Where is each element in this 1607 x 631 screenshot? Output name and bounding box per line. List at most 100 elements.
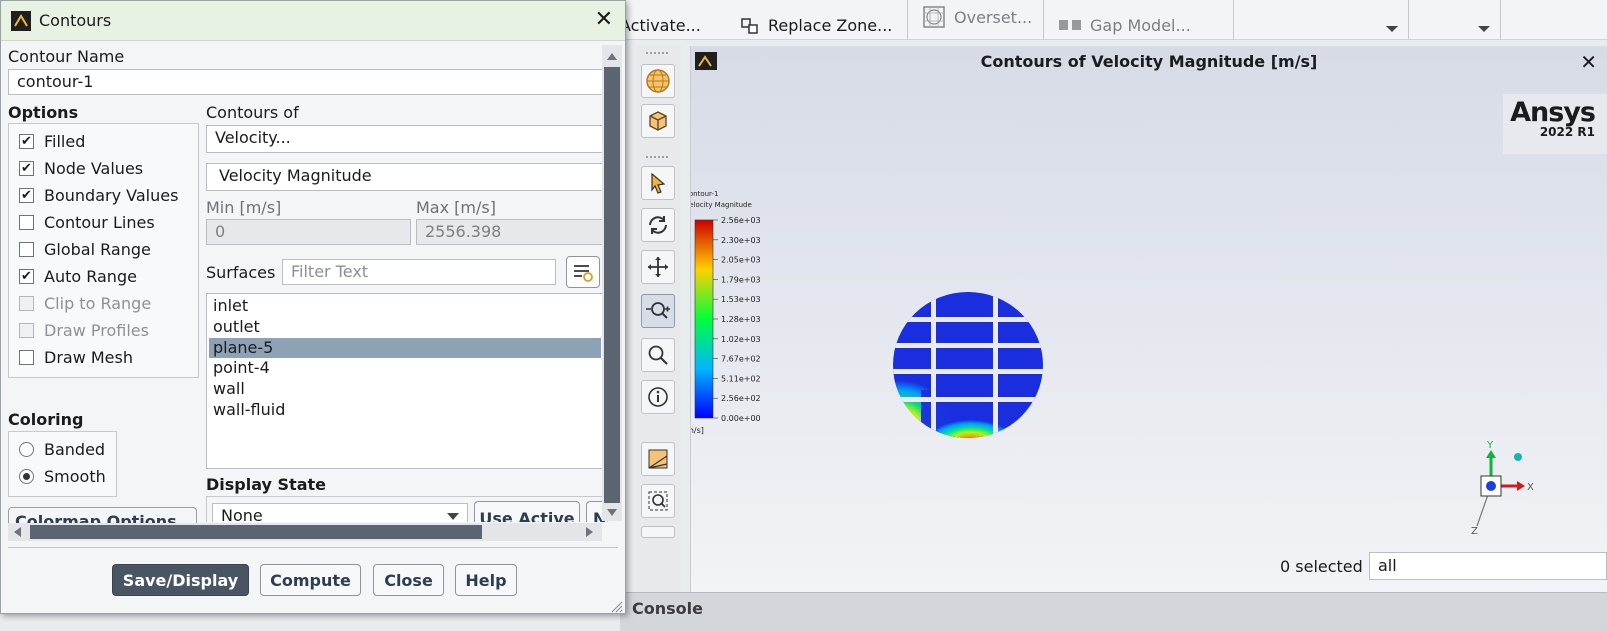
chevron-down-icon	[447, 513, 459, 520]
mesh-display-button[interactable]	[641, 64, 675, 98]
axis-triad: Y X Z	[1471, 440, 1534, 537]
scroll-right-icon[interactable]	[586, 527, 593, 537]
zoom-button[interactable]	[641, 294, 675, 328]
surfaces-list[interactable]: inlet outlet plane-5 point-4 wall wall-fluid	[206, 293, 608, 469]
toolbar-expand-handle[interactable]	[641, 526, 675, 538]
coloring-group: Banded Smooth	[8, 431, 117, 497]
console-header[interactable]: Console	[620, 592, 1607, 631]
contour-plot	[893, 292, 1043, 438]
contours-of-category-dropdown[interactable]: Velocity...	[206, 125, 608, 153]
zoom-box-icon	[648, 491, 668, 511]
legend-tick-label: 1.79e+03	[721, 275, 761, 284]
display-state-dropdown[interactable]: None	[212, 503, 468, 522]
save-display-button[interactable]: Save/Display	[112, 564, 249, 596]
option-node-values-checkbox[interactable]: ✔ Node Values	[19, 159, 143, 178]
fit-window-icon	[648, 449, 668, 469]
legend-tick-label: 1.28e+03	[721, 315, 761, 324]
activate-button[interactable]: Activate...	[620, 12, 701, 38]
filter-list-icon	[574, 265, 593, 282]
resize-grip-icon[interactable]	[609, 599, 623, 613]
option-auto-range-checkbox[interactable]: ✔ Auto Range	[19, 267, 137, 286]
help-button[interactable]: Help	[455, 564, 517, 596]
option-global-range-checkbox[interactable]: Global Range	[19, 240, 151, 259]
vertical-scroll-thumb[interactable]	[604, 67, 620, 503]
close-icon[interactable]: ✕	[1580, 50, 1597, 74]
logo-wordmark: Ansys	[1510, 97, 1596, 128]
coloring-heading: Coloring	[8, 410, 84, 429]
surface-item[interactable]: inlet	[209, 296, 601, 316]
close-icon[interactable]: ✕	[595, 7, 613, 32]
contours-of-label: Contours of	[206, 103, 299, 122]
overset-button[interactable]: Overset...	[922, 4, 1032, 30]
option-contour-lines-checkbox[interactable]: Contour Lines	[19, 213, 155, 232]
checkmark-icon: ✔	[19, 161, 34, 176]
surface-item[interactable]: point-4	[209, 358, 601, 378]
checkbox-icon	[19, 323, 34, 338]
legend-tick-label: 0.00e+00	[721, 414, 761, 423]
gap-model-button[interactable]: Gap Model...	[1058, 12, 1191, 38]
graphics-toolbar	[636, 46, 682, 606]
select-pointer-button[interactable]	[641, 166, 675, 200]
contours-dialog: Contours ✕ Contour Name contour-1 Option…	[0, 0, 626, 614]
use-active-button[interactable]: Use Active	[474, 501, 580, 522]
colorbar	[694, 219, 714, 419]
selection-filter-field[interactable]: all	[1369, 552, 1607, 580]
max-field: 2556.398	[416, 219, 608, 245]
min-field: 0	[206, 219, 411, 245]
selection-count: 0 selected	[1280, 557, 1363, 576]
surfaces-filter-input[interactable]: Filter Text	[282, 259, 556, 285]
view-cube-button[interactable]	[641, 104, 675, 138]
surface-filter-options-button[interactable]	[566, 256, 600, 288]
display-state-heading: Display State	[206, 475, 326, 494]
option-clip-to-range-checkbox: Clip to Range	[19, 294, 151, 313]
option-filled-checkbox[interactable]: ✔ Filled	[19, 132, 85, 151]
scroll-left-icon[interactable]	[14, 527, 21, 537]
activate-label: Activate...	[620, 15, 701, 35]
legend-tick-label: 5.11e+02	[721, 374, 761, 383]
magnifier-icon	[648, 345, 668, 365]
fit-to-window-button[interactable]	[641, 442, 675, 476]
surface-item[interactable]: wall-fluid	[209, 400, 601, 420]
scroll-down-icon[interactable]	[607, 509, 617, 516]
scroll-up-icon[interactable]	[607, 53, 617, 60]
replace-zone-icon	[741, 18, 758, 34]
legend-tick-label: 2.30e+03	[721, 236, 761, 245]
zoom-extents-button[interactable]	[641, 484, 675, 518]
replace-zone-label: Replace Zone...	[768, 15, 893, 35]
option-boundary-values-checkbox[interactable]: ✔ Boundary Values	[19, 186, 178, 205]
option-draw-profiles-checkbox: Draw Profiles	[19, 321, 149, 340]
replace-zone-button[interactable]: Replace Zone...	[740, 12, 892, 38]
contour-name-field[interactable]: contour-1	[8, 69, 608, 95]
option-draw-mesh-checkbox[interactable]: Draw Mesh	[19, 348, 133, 367]
contours-of-field-dropdown[interactable]: Velocity Magnitude	[206, 163, 608, 191]
horizontal-scroll-thumb[interactable]	[30, 525, 482, 539]
vertical-scrollbar[interactable]	[602, 45, 622, 521]
chevron-down-icon[interactable]	[1478, 26, 1490, 32]
horizontal-scrollbar[interactable]	[8, 523, 602, 541]
colormap-legend: contour-1 Velocity Magnitude 2.56e+03 2.3…	[691, 190, 761, 435]
surface-item[interactable]: wall	[209, 379, 601, 399]
compute-button[interactable]: Compute	[260, 564, 361, 596]
rotate-button[interactable]	[641, 208, 675, 242]
smooth-radio[interactable]: Smooth	[19, 467, 106, 486]
gap-model-icon	[1059, 20, 1081, 30]
checkmark-icon: ✔	[19, 269, 34, 284]
pan-button[interactable]	[641, 250, 675, 284]
surface-item[interactable]: outlet	[209, 317, 601, 337]
surface-item[interactable]: plane-5	[209, 337, 601, 358]
legend-tick-label: 2.05e+03	[721, 256, 761, 265]
axis-x-label: X	[1527, 482, 1534, 493]
zoom-to-area-button[interactable]	[641, 338, 675, 372]
options-group: ✔ Filled ✔ Node Values ✔ Boundary Values Conto…	[8, 123, 199, 378]
legend-tick-label: 1.02e+03	[721, 335, 761, 344]
close-button[interactable]: Close	[373, 564, 444, 596]
cube-icon	[649, 111, 667, 131]
graphics-viewport[interactable]: Contours of Velocity Magnitude [m/s] ✕ A…	[690, 46, 1607, 603]
banded-radio[interactable]: Banded	[19, 440, 105, 459]
dialog-titlebar[interactable]: Contours ✕	[1, 1, 625, 41]
overset-label: Overset...	[954, 7, 1033, 27]
probe-info-button[interactable]	[641, 380, 675, 414]
gap-model-label: Gap Model...	[1090, 15, 1191, 35]
checkmark-icon: ✔	[19, 188, 34, 203]
chevron-down-icon[interactable]	[1386, 26, 1398, 32]
